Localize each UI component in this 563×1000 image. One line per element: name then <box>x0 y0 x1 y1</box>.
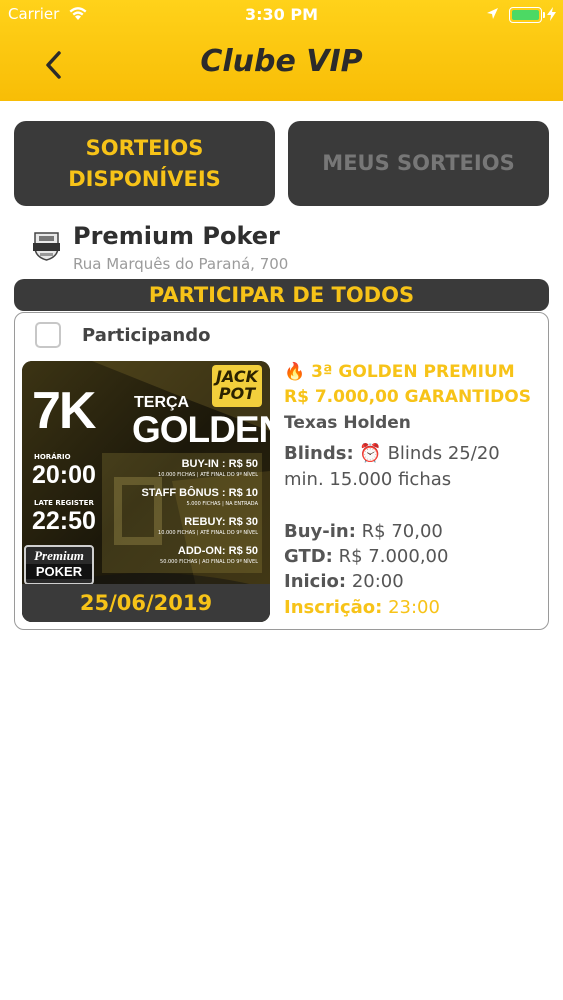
poster-buyin-sub: 10.000 FICHAS | ATÉ FINAL DO 9º NÍVEL <box>158 472 258 478</box>
fire-icon: 🔥 <box>284 362 306 382</box>
blinds-label: Blinds: <box>284 443 354 464</box>
status-time: 3:30 PM <box>244 5 318 24</box>
poster-name: GOLDEN <box>132 409 270 450</box>
poster-staff: STAFF BÔNUS : R$ 10 <box>141 487 258 499</box>
gtd-value: R$ 7.000,00 <box>338 546 449 567</box>
poster-logo-2: POKER <box>26 564 92 579</box>
participating-label: Participando <box>82 325 211 346</box>
poster-buyin: BUY-IN : R$ 50 <box>181 458 258 470</box>
page-title: Clube VIP <box>200 44 363 79</box>
tab-mine-label: MEUS SORTEIOS <box>322 151 515 175</box>
alarm-clock-icon: ⏰ <box>359 443 382 464</box>
event-blinds: Blinds: ⏰ Blinds 25/20 min. 15.000 ficha… <box>284 441 544 493</box>
poster-rebuy: REBUY: R$ 30 <box>184 516 258 528</box>
charging-bolt-icon <box>547 7 556 21</box>
buyin-label: Buy-in: <box>284 521 356 542</box>
club-address: Rua Marquês do Paraná, 700 <box>73 255 289 273</box>
poster-addon-sub: 50.000 FICHAS | AO FINAL DO 9º NÍVEL <box>160 559 258 565</box>
registration-label: Inscrição: <box>284 597 383 618</box>
poster-jackpot-1: JACK <box>216 367 258 386</box>
registration-value: 23:00 <box>388 597 440 618</box>
event-poster[interactable]: 7K HORÁRIO 20:00 LATE REGISTER 22:50 JAC… <box>22 361 270 622</box>
poster-logo: Premium POKER <box>24 545 94 585</box>
battery-tip <box>543 12 545 18</box>
event-title[interactable]: 🔥 3ª GOLDEN PREMIUM R$ 7.000,00 GARANTID… <box>284 360 544 410</box>
poster-horario-label: HORÁRIO <box>34 453 71 461</box>
participating-checkbox[interactable] <box>35 322 61 348</box>
poster-logo-1: Premium <box>34 548 84 563</box>
start-label: Inicio: <box>284 571 347 592</box>
poster-late-label: LATE REGISTER <box>34 499 94 507</box>
poster-staff-sub: 5.000 FICHAS | NA ENTRADA <box>186 501 258 507</box>
event-variant: Texas Holden <box>284 413 411 433</box>
status-bar: Carrier 3:30 PM <box>0 0 563 30</box>
buyin-value: R$ 70,00 <box>361 521 443 542</box>
poster-late: 22:50 <box>32 507 96 535</box>
club-logo-icon <box>33 232 60 261</box>
join-all-button[interactable]: PARTICIPAR DE TODOS <box>14 279 549 311</box>
poster-horario: 20:00 <box>32 461 96 489</box>
event-start: Inicio: 20:00 <box>284 569 544 595</box>
poster-jackpot-badge: JACK POT <box>212 365 262 407</box>
club-name: Premium Poker <box>73 222 280 250</box>
event-gtd: GTD: R$ 7.000,00 <box>284 544 544 570</box>
tab-available-label: SORTEIOS DISPONÍVEIS <box>68 135 221 191</box>
location-arrow-icon <box>487 8 498 19</box>
start-value: 20:00 <box>351 571 404 592</box>
poster-addon: ADD-ON: R$ 50 <box>177 545 258 557</box>
poster-big-value: 7K <box>32 382 97 440</box>
poster-jackpot-2: POT <box>218 384 256 403</box>
event-registration: Inscrição: 23:00 <box>284 595 544 621</box>
tab-my-raffles[interactable]: MEUS SORTEIOS <box>288 121 549 206</box>
tab-available-raffles[interactable]: SORTEIOS DISPONÍVEIS <box>14 121 275 206</box>
event-buyin: Buy-in: R$ 70,00 <box>284 519 544 545</box>
event-title-text: 3ª GOLDEN PREMIUM R$ 7.000,00 GARANTIDOS <box>284 362 531 407</box>
gtd-label: GTD: <box>284 546 333 567</box>
battery-icon <box>509 7 542 23</box>
poster-rebuy-sub: 10.000 FICHAS | ATÉ FINAL DO 9º NÍVEL <box>158 530 258 536</box>
event-date: 25/06/2019 <box>22 584 270 622</box>
